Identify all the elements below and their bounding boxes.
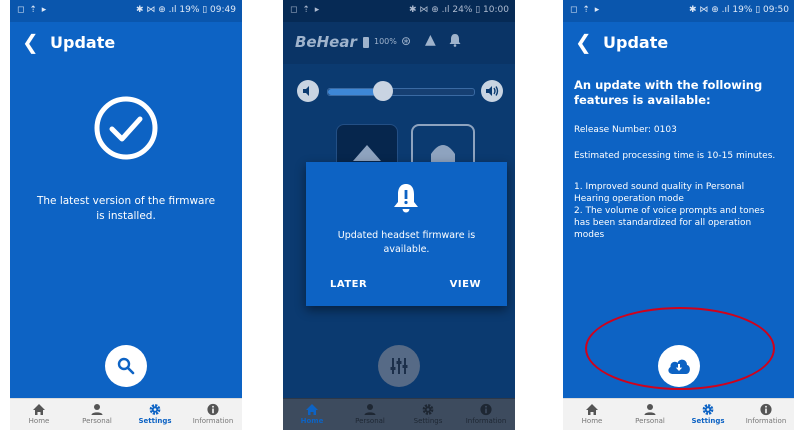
firmware-update-dialog: Updated headset firmware is available. L… [306,162,507,306]
info-icon [760,403,772,416]
status-left-icons: ◻ ⇡ ▸ [570,5,601,15]
status-bar: ◻ ⇡ ▸ ✱ ⋈ ⊕ .ıl 19% ▯ 09:50 [563,0,794,22]
person-icon [91,404,103,415]
page-title: Update [603,33,669,52]
home-icon [33,404,45,415]
volume-up-button[interactable] [481,80,503,102]
nav-item-home[interactable]: Home [10,399,68,430]
status-right: ✱ ⋈ ⊕ .ıl 24% ▯ 10:00 [408,5,509,15]
nav-item-information[interactable]: Information [457,399,515,430]
bottom-nav: Home Personal Settings Information [563,398,794,430]
person-icon [364,404,376,415]
app-header: BeHear 100% ⊛ ▲ [283,22,515,64]
check-circle-icon [93,95,159,161]
nav-label: Settings [691,417,725,425]
nav-item-settings[interactable]: Settings [679,399,737,430]
gear-icon [422,404,434,415]
feature-item: 1. Improved sound quality in Personal He… [574,182,745,204]
later-button[interactable]: LATER [330,279,367,290]
feature-item: 2. The volume of voice prompts and tones… [574,206,765,240]
status-bar: ◻ ⇡ ▸ ✱ ⋈ ⊕ .ıl 19% ▯ 09:49 [10,0,242,22]
nav-label: Home [28,417,50,425]
gear-icon [702,404,714,415]
nav-label: Settings [138,417,172,425]
phone-screen-update-available: ◻ ⇡ ▸ ✱ ⋈ ⊕ .ıl 19% ▯ 09:50 ❮ Update An … [563,0,794,430]
page-title: Update [50,33,116,52]
home-icon [586,404,598,415]
back-chevron-icon[interactable]: ❮ [575,31,592,53]
battery-icon [363,37,369,48]
info-icon [207,403,219,416]
back-chevron-icon[interactable]: ❮ [22,31,39,53]
bluetooth-icon: ⊛ [401,34,412,48]
status-left-icons: ◻ ⇡ ▸ [17,5,48,15]
processing-time: Estimated processing time is 10-15 minut… [574,151,776,161]
status-left-icons: ◻ ⇡ ▸ [290,5,321,15]
brand-logo: BeHear [295,33,357,51]
status-message: The latest version of the firmware is in… [36,195,216,222]
status-bar: ◻ ⇡ ▸ ✱ ⋈ ⊕ .ıl 24% ▯ 10:00 [283,0,515,22]
volume-knob[interactable] [373,81,394,101]
phone-screen-update-dialog: ◻ ⇡ ▸ ✱ ⋈ ⊕ .ıl 24% ▯ 10:00 BeHear 100% … [283,0,515,430]
gear-icon [149,404,161,415]
nav-item-information[interactable]: Information [737,399,794,430]
nav-item-personal[interactable]: Personal [68,399,126,430]
nav-label: Personal [82,417,112,425]
info-icon [480,403,492,416]
update-heading: An update with the following features is… [574,78,763,107]
nav-label: Information [745,417,787,425]
nav-item-settings[interactable]: Settings [399,399,457,430]
nav-label: Personal [355,417,385,425]
volume-down-button[interactable] [297,80,319,102]
release-number: Release Number: 0103 [574,125,677,135]
nav-label: Information [192,417,234,425]
view-button[interactable]: VIEW [450,279,481,290]
person-icon [644,404,656,415]
speaker-icon [303,86,309,96]
home-icon [306,404,318,415]
battery-level: 100% [374,37,397,46]
bottom-nav: Home Personal Settings Information [10,398,242,430]
bell-icon [449,32,461,47]
nav-item-home[interactable]: Home [283,399,341,430]
status-right: ✱ ⋈ ⊕ .ıl 19% ▯ 09:49 [135,5,236,15]
nav-label: Settings [413,417,443,425]
nav-label: Information [465,417,507,425]
nav-item-personal[interactable]: Personal [341,399,399,430]
volume-slider[interactable] [327,81,475,101]
nav-label: Personal [635,417,665,425]
status-right: ✱ ⋈ ⊕ .ıl 19% ▯ 09:50 [688,5,789,15]
app-bar: ❮ Update [563,22,794,66]
nav-item-information[interactable]: Information [184,399,242,430]
phone-screen-firmware-up-to-date: ◻ ⇡ ▸ ✱ ⋈ ⊕ .ıl 19% ▯ 09:49 ❮ Update The… [10,0,242,430]
dialog-message: Updated headset firmware is available. [337,230,476,255]
download-update-button[interactable] [658,345,700,387]
app-bar: ❮ Update [10,22,242,66]
bottom-nav: Home Personal Settings Information [283,398,515,430]
nav-item-personal[interactable]: Personal [621,399,679,430]
nav-item-home[interactable]: Home [563,399,621,430]
bell-alert-icon [392,182,420,214]
equalizer-button[interactable] [378,345,420,387]
nav-label: Home [581,417,603,425]
nav-label: Home [300,417,324,425]
speaker-loud-icon [486,86,499,96]
search-button[interactable] [105,345,147,387]
nav-item-settings[interactable]: Settings [126,399,184,430]
warning-icon: ▲ [425,32,436,48]
